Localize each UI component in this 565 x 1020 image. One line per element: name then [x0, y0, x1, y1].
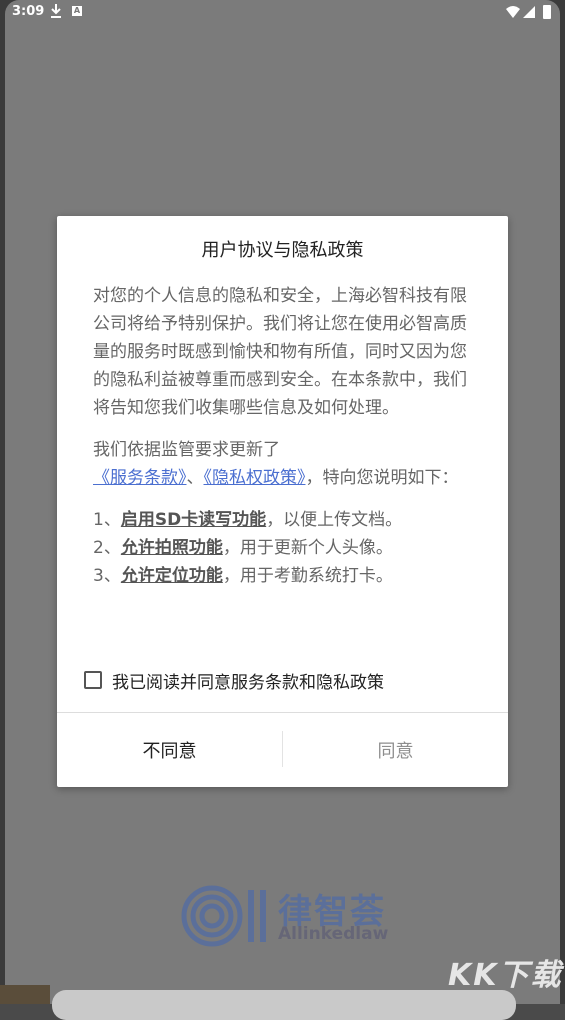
wifi-icon: [506, 6, 520, 18]
agree-checkbox-row[interactable]: 我已阅读并同意服务条款和隐私政策: [84, 667, 504, 693]
permission-item: 1、启用SD卡读写功能，以便上传文档。: [93, 510, 403, 530]
update-tail-text: ，特向您说明如下：: [305, 468, 459, 488]
status-bar: 3:09 A: [0, 0, 565, 26]
agree-checkbox-label[interactable]: 我已阅读并同意服务条款和隐私政策: [112, 668, 384, 693]
watermark: KK下载: [448, 958, 563, 993]
intro-paragraph: 对您的个人信息的隐私和安全，上海必智科技有限公司将给予特别保护。我们将让您在使用…: [93, 286, 467, 418]
permission-sd-card: 启用SD卡读写功能: [120, 510, 267, 530]
download-icon: [51, 4, 61, 18]
battery-icon: [543, 5, 551, 19]
bottom-bar: [52, 990, 516, 1020]
agree-checkbox[interactable]: [84, 671, 102, 689]
update-intro-text: 我们依据监管要求更新了: [93, 440, 280, 460]
link-separator: 、: [186, 468, 204, 488]
service-terms-link[interactable]: 《服务条款》: [93, 468, 187, 488]
privacy-policy-link[interactable]: 《隐私权政策》: [204, 468, 306, 488]
logo-mark-icon: [181, 885, 266, 947]
disagree-button[interactable]: 不同意: [57, 713, 282, 787]
update-paragraph: 我们依据监管要求更新了 《服务条款》、《隐私权政策》，特向您说明如下：: [93, 436, 473, 492]
permission-item: 3、允许定位功能，用于考勤系统打卡。: [93, 566, 393, 586]
permission-list: 1、启用SD卡读写功能，以便上传文档。 2、允许拍照功能，用于更新个人头像。 3…: [93, 506, 473, 590]
status-right-icons: [506, 5, 551, 19]
signal-icon: [523, 6, 535, 18]
privacy-dialog: 用户协议与隐私政策 对您的个人信息的隐私和安全，上海必智科技有限公司将给予特别保…: [57, 216, 508, 787]
dialog-content[interactable]: 对您的个人信息的隐私和安全，上海必智科技有限公司将给予特别保护。我们将让您在使用…: [93, 282, 473, 646]
a-notification-icon: A: [72, 6, 82, 16]
permission-camera: 允许拍照功能: [120, 538, 223, 558]
dialog-title: 用户协议与隐私政策: [201, 240, 364, 261]
status-time: 3:09: [12, 4, 45, 19]
permission-location: 允许定位功能: [120, 566, 223, 586]
logo-english-text: Allinkedlaw: [278, 924, 389, 944]
agree-button[interactable]: 同意: [283, 713, 508, 787]
bottom-decoration: [0, 985, 50, 1004]
permission-item: 2、允许拍照功能，用于更新个人头像。: [93, 538, 393, 558]
app-logo: 律智荟 Allinkedlaw: [178, 880, 418, 950]
